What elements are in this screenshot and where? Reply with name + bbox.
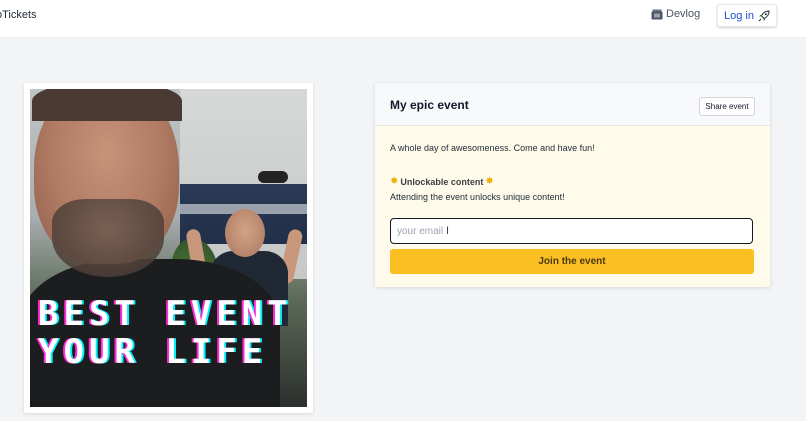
brand-logo[interactable]: oTickets xyxy=(0,9,37,21)
devlog-link[interactable]: Devlog xyxy=(651,8,700,20)
event-card: My epic event Share event A whole day of… xyxy=(375,83,770,287)
unlockable-content-label: Unlockable content xyxy=(400,176,484,187)
event-description: A whole day of awesomeness. Come and hav… xyxy=(390,143,595,153)
poster-person-background-head xyxy=(225,209,265,257)
poster-webcam xyxy=(258,171,288,183)
unlockable-content-description: Attending the event unlocks unique conte… xyxy=(390,192,565,202)
login-label: Log in xyxy=(724,9,754,22)
event-title: My epic event xyxy=(390,98,469,112)
event-poster-image: BEST EVENT YOUR LIFE xyxy=(30,89,307,407)
poster-headline-line2: YOUR LIFE xyxy=(38,332,268,372)
text-cursor-icon: I xyxy=(446,225,450,237)
poster-headline: BEST EVENT YOUR LIFE xyxy=(38,295,307,371)
share-event-button[interactable]: Share event xyxy=(699,97,755,116)
rocket-icon xyxy=(758,9,770,21)
burst-icon: ✸ xyxy=(485,176,494,187)
unlockable-content-heading: ✸ Unlockable content ✸ xyxy=(390,176,494,187)
film-clapper-icon xyxy=(651,9,663,19)
burst-icon: ✸ xyxy=(390,176,399,187)
login-button[interactable]: Log in xyxy=(717,4,777,27)
email-input[interactable] xyxy=(390,218,753,244)
poster-person-foreground-beard xyxy=(52,199,164,277)
top-navbar: oTickets Devlog Log in xyxy=(0,0,806,38)
poster-headline-line1: BEST EVENT xyxy=(38,294,293,334)
poster-person-foreground-hair xyxy=(32,89,182,121)
join-event-button[interactable]: Join the event xyxy=(390,249,754,274)
event-card-header: My epic event Share event xyxy=(375,83,770,126)
event-poster-frame: BEST EVENT YOUR LIFE xyxy=(24,83,313,413)
devlog-label: Devlog xyxy=(666,8,701,20)
